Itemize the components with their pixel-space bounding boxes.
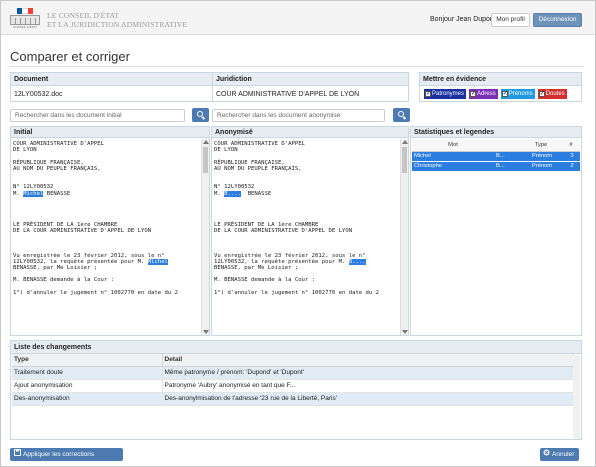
search-anon-input[interactable]: Rechercher dans les document anonymise	[212, 109, 385, 122]
changes-col-type[interactable]: Type	[12, 354, 163, 367]
logout-button[interactable]: Déconnexion	[533, 13, 582, 27]
anonymise-document-text[interactable]: COUR ADMINISTRATIVE D'APPEL DE LYON RÉPU…	[214, 141, 398, 335]
highlight-header: Mettre en évidence	[420, 73, 581, 86]
anonymized-prenom[interactable]: B....	[348, 258, 366, 265]
stats-col-mot[interactable]: Mot	[412, 139, 494, 152]
document-value: 12LY00532.doc	[14, 91, 63, 98]
initial-header: Initial	[11, 127, 209, 138]
page-title: Comparer et corriger	[10, 49, 130, 64]
profile-button[interactable]: Mon profil	[491, 13, 530, 27]
changes-panel: Liste des changements Type Detail Traite…	[10, 340, 582, 440]
stats-col-abbr[interactable]	[494, 139, 520, 152]
building-icon	[10, 15, 40, 25]
anonymise-header: Anonymisé	[212, 127, 408, 138]
table-row[interactable]: Des-anonymisation Des-anonylmisation de …	[12, 392, 574, 406]
tag-doutes[interactable]: Doutes	[537, 89, 567, 99]
organization-line-2: ET LA JURIDICTION ADMINISTRATIVE	[47, 20, 188, 29]
save-icon	[14, 448, 21, 461]
initial-document-text[interactable]: COUR ADMINISTRATIVE D'APPEL DE LYON RÉPU…	[13, 141, 199, 335]
stats-table: Mot Type # Michel B... Prénom 3 Christop…	[412, 139, 580, 172]
anonymise-panel: Anonymisé COUR ADMINISTRATIVE D'APPEL DE…	[211, 126, 409, 336]
user-greeting: Bonjour Jean Dupont	[430, 16, 496, 23]
tag-adress[interactable]: Adress	[469, 89, 498, 99]
table-row[interactable]: Traitement doute Même patronyme / prénom…	[12, 366, 574, 380]
initial-panel: Initial COUR ADMINISTRATIVE D'APPEL DE L…	[10, 126, 210, 336]
scroll-up-icon[interactable]	[203, 140, 209, 144]
conseil-etat-logo: CONSEIL D'ÉTAT	[9, 8, 41, 29]
checkbox-icon[interactable]	[538, 89, 545, 99]
scroll-down-icon[interactable]	[402, 330, 408, 334]
stats-col-count[interactable]: #	[562, 139, 580, 152]
apply-corrections-button[interactable]: Appliquer les corrections	[10, 448, 123, 461]
stats-row[interactable]: Michel B... Prénom 3	[412, 151, 580, 162]
stats-row[interactable]: Christophe B... Prénom 2	[412, 161, 580, 172]
scroll-down-icon[interactable]	[203, 330, 209, 334]
highlighted-prenom[interactable]: Michel	[23, 190, 44, 197]
organization-line-1: LE CONSEIL D'ÉTAT	[47, 11, 120, 20]
anonymise-scrollbar[interactable]	[400, 139, 408, 335]
stats-col-type[interactable]: Type	[520, 139, 562, 152]
cancel-button[interactable]: Annuler	[540, 448, 579, 461]
highlight-panel: Mettre en évidence Patronymes Adress Pré…	[419, 72, 582, 102]
changes-col-detail[interactable]: Detail	[162, 354, 574, 367]
changes-header: Liste des changements	[11, 341, 581, 354]
search-initial-input[interactable]: Rechercher dans les document initial	[10, 109, 185, 122]
search-icon[interactable]	[192, 108, 209, 122]
document-header: Document	[11, 73, 212, 86]
title-divider	[10, 66, 584, 67]
tag-patronymes[interactable]: Patronymes	[424, 89, 467, 99]
highlighted-prenom[interactable]: Michel	[147, 258, 168, 265]
cancel-icon	[543, 448, 550, 461]
checkbox-icon[interactable]	[425, 89, 431, 99]
scroll-up-icon[interactable]	[402, 140, 408, 144]
juridiction-value: COUR ADMINISTRATIVE D'APPEL DE LYON	[216, 91, 360, 98]
tag-prenoms[interactable]: Prénoms	[500, 89, 535, 99]
scroll-thumb[interactable]	[402, 147, 407, 173]
top-header: CONSEIL D'ÉTAT LE CONSEIL D'ÉTAT ET LA J…	[1, 1, 595, 35]
initial-scrollbar[interactable]	[201, 139, 209, 335]
table-row[interactable]: Ajout anonymisation Patronyme 'Aubry' an…	[12, 379, 574, 393]
checkbox-icon[interactable]	[470, 89, 476, 99]
juridiction-header: Juridiction	[213, 73, 408, 86]
anonymized-prenom[interactable]: B....	[224, 190, 241, 197]
scroll-thumb[interactable]	[203, 147, 208, 173]
checkbox-icon[interactable]	[501, 89, 508, 99]
organization-name: LE CONSEIL D'ÉTAT ET LA JURIDICTION ADMI…	[47, 11, 187, 29]
search-icon[interactable]	[393, 108, 410, 122]
stats-header: Statistiques et legendes	[411, 127, 581, 138]
flag-icon	[17, 8, 33, 14]
logo-caption: CONSEIL D'ÉTAT	[13, 25, 37, 29]
changes-scrollbar[interactable]	[573, 355, 580, 439]
document-info-table: Document Juridiction 12LY00532.doc COUR …	[10, 72, 409, 102]
changes-table: Type Detail Traitement doute Même patron…	[12, 354, 574, 406]
